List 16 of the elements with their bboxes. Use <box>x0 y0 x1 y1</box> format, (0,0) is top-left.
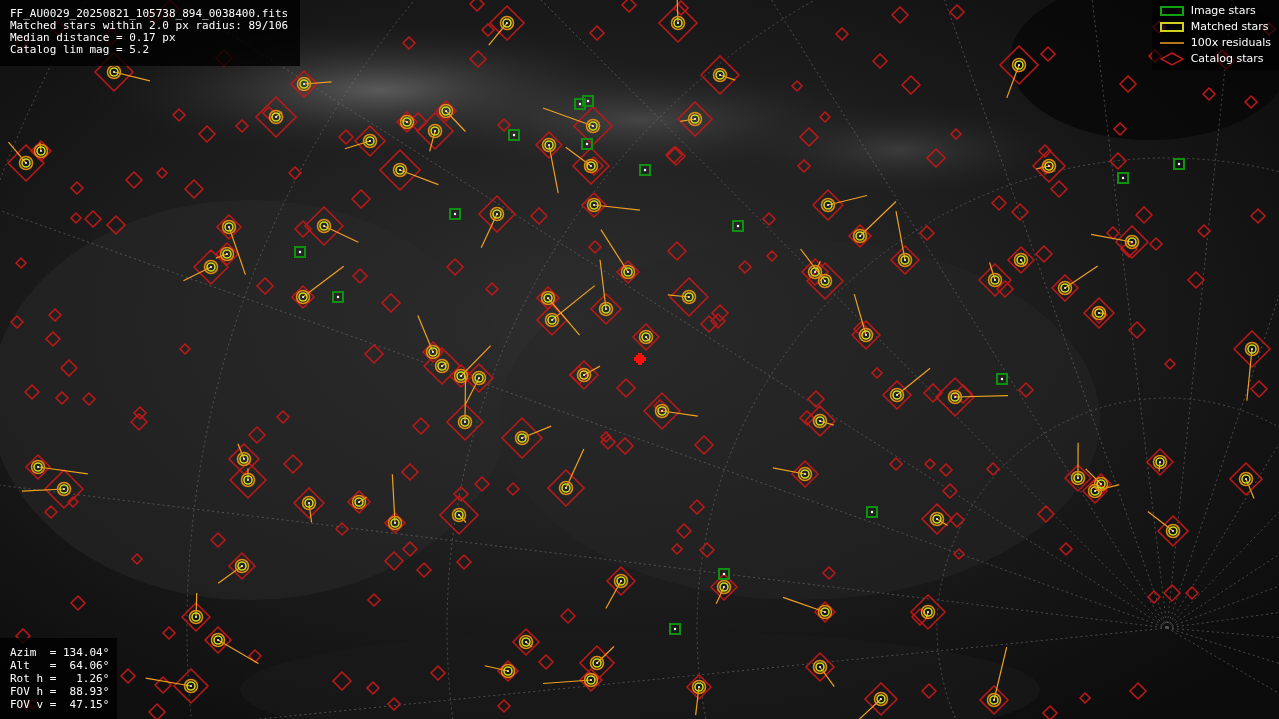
pointing-info-line: Alt = 64.06° <box>10 659 110 672</box>
file-info-line: FF_AU0029_20250821_105738_894_0038400.fits <box>10 8 289 20</box>
legend-label: 100x residuals <box>1190 34 1271 51</box>
pointing-info-line: FOV h = 88.93° <box>10 685 110 698</box>
image-star-legend-icon <box>1159 6 1184 16</box>
catalog-star-legend-icon <box>1159 52 1184 66</box>
legend-label: Image stars <box>1190 2 1256 19</box>
legend-label: Catalog stars <box>1190 50 1264 67</box>
pointing-info-line: Rot h = 1.26° <box>10 672 110 685</box>
matched-star-legend-icon <box>1159 22 1184 32</box>
pointing-info-line: FOV v = 47.15° <box>10 698 110 711</box>
file-info-line: Matched stars within 2.0 px radius: 89/106 <box>10 20 289 32</box>
pointing-info-line: Azim = 134.04° <box>10 646 110 659</box>
file-info-line: Median distance = 0.17 px <box>10 32 177 44</box>
legend-label: Matched stars <box>1190 18 1269 35</box>
file-info-line: Catalog lim mag = 5.2 <box>10 44 151 56</box>
